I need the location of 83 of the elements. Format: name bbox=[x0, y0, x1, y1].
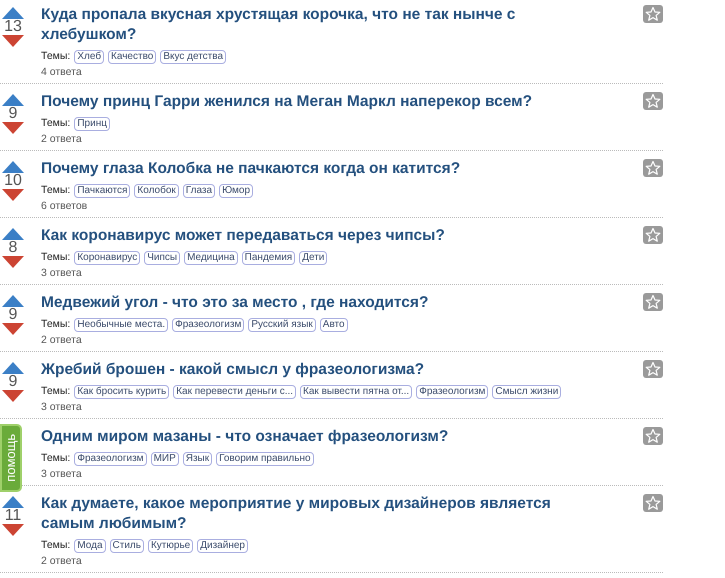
favorite-star-icon[interactable] bbox=[643, 5, 663, 23]
topic-tag[interactable]: Фразеологизм bbox=[74, 452, 147, 466]
downvote-icon[interactable] bbox=[2, 524, 24, 536]
question-title[interactable]: Медвежий угол - что это за место , где находится? bbox=[41, 293, 635, 313]
topic-tag[interactable]: Как бросить курить bbox=[74, 384, 170, 398]
topic-tag[interactable]: Смысл жизни bbox=[492, 384, 562, 398]
topics-label: Темы: bbox=[41, 116, 70, 131]
topic-tag[interactable]: Коронавирус bbox=[74, 250, 140, 264]
topic-tag[interactable]: Пандемия bbox=[242, 250, 296, 264]
answers-count[interactable]: 6 ответов bbox=[41, 199, 663, 213]
upvote-icon[interactable] bbox=[2, 7, 24, 19]
topic-tag[interactable]: Мода bbox=[74, 538, 106, 552]
upvote-icon[interactable] bbox=[2, 228, 24, 240]
topic-tag[interactable]: Стиль bbox=[110, 538, 144, 552]
answers-count[interactable]: 4 ответа bbox=[41, 65, 663, 79]
topic-tag[interactable]: Говорим правильно bbox=[216, 452, 314, 466]
favorite-star-icon[interactable] bbox=[643, 293, 663, 311]
vote-count: 10 bbox=[4, 173, 22, 189]
topics-label: Темы: bbox=[41, 250, 70, 265]
question-title[interactable]: Почему глаза Колобка не пачкаются когда он катится? bbox=[41, 159, 635, 179]
topic-tag[interactable]: Как перевести деньги с... bbox=[173, 384, 296, 398]
topic-tag[interactable]: Фразеологизм bbox=[172, 318, 244, 332]
favorite-star-icon[interactable] bbox=[643, 360, 663, 378]
vote-count: 13 bbox=[4, 19, 22, 35]
upvote-icon[interactable] bbox=[2, 496, 24, 508]
upvote-icon[interactable] bbox=[2, 362, 24, 374]
downvote-icon[interactable] bbox=[2, 122, 24, 134]
topics-label: Темы: bbox=[41, 538, 70, 553]
question-title[interactable]: Одним миром мазаны - что означает фразеологизм? bbox=[41, 427, 635, 447]
vote-count: 9 bbox=[8, 106, 18, 122]
downvote-icon[interactable] bbox=[2, 189, 24, 201]
topics-label: Темы: bbox=[41, 384, 70, 399]
topic-tag[interactable]: Язык bbox=[182, 452, 212, 466]
topics-label: Темы: bbox=[41, 49, 70, 64]
topics-label: Темы: bbox=[41, 183, 70, 198]
question-title[interactable]: Почему принц Гарри женился на Меган Маркл наперекор всем? bbox=[41, 92, 635, 112]
answers-count[interactable]: 2 ответа bbox=[41, 333, 663, 347]
answers-count[interactable]: 2 ответа bbox=[41, 554, 663, 568]
favorite-star-icon[interactable] bbox=[643, 159, 663, 177]
downvote-icon[interactable] bbox=[2, 256, 24, 268]
upvote-icon[interactable] bbox=[2, 94, 24, 106]
topic-tag[interactable]: Русский язык bbox=[248, 318, 316, 332]
answers-count[interactable]: 3 ответа bbox=[41, 266, 663, 280]
topic-tag[interactable]: МИР bbox=[150, 452, 179, 466]
vote-count: 9 bbox=[8, 374, 18, 390]
topic-tag[interactable]: Авто bbox=[320, 318, 348, 332]
favorite-star-icon[interactable] bbox=[643, 427, 663, 445]
answers-count[interactable]: 2 ответа bbox=[41, 132, 663, 146]
favorite-star-icon[interactable] bbox=[643, 494, 663, 512]
topic-tag[interactable]: Пачкаются bbox=[74, 184, 130, 198]
topic-tag[interactable]: Дети bbox=[299, 250, 328, 264]
topic-tag[interactable]: Кутюрье bbox=[148, 538, 194, 552]
question-title[interactable]: Как коронавирус может передаваться через чипсы? bbox=[41, 226, 635, 246]
upvote-icon[interactable] bbox=[2, 295, 24, 307]
topic-tag[interactable]: Как вывести пятна от... bbox=[300, 384, 412, 398]
topic-tag[interactable]: Колобок bbox=[134, 184, 179, 198]
answers-count[interactable]: 3 ответа bbox=[41, 467, 663, 481]
answers-count[interactable]: 3 ответа bbox=[41, 400, 663, 414]
vote-count: 11 bbox=[4, 508, 22, 524]
upvote-icon[interactable] bbox=[2, 161, 24, 173]
topic-tag[interactable]: Чипсы bbox=[144, 250, 180, 264]
topic-tag[interactable]: Хлеб bbox=[74, 50, 104, 64]
favorite-star-icon[interactable] bbox=[643, 226, 663, 244]
downvote-icon[interactable] bbox=[2, 323, 24, 335]
favorite-star-icon[interactable] bbox=[643, 92, 663, 110]
downvote-icon[interactable] bbox=[2, 390, 24, 402]
topic-tag[interactable]: Юмор bbox=[219, 184, 254, 198]
vote-count: 8 bbox=[8, 240, 18, 256]
topic-tag[interactable]: Необычные места. bbox=[74, 318, 168, 332]
topic-tag[interactable]: Дизайнер bbox=[197, 538, 248, 552]
topic-tag[interactable]: Качество bbox=[108, 50, 156, 64]
question-title[interactable]: Как думаете, какое мероприятие у мировых дизайнеров является самым любимым? bbox=[41, 494, 635, 534]
topic-tag[interactable]: Фразеологизм bbox=[416, 384, 488, 398]
question-title[interactable]: Куда пропала вкусная хрустящая корочка, что не так нынче с хлебушком? bbox=[41, 5, 635, 45]
vote-count: 9 bbox=[8, 307, 18, 323]
topic-tag[interactable]: Медицина bbox=[184, 250, 238, 264]
downvote-icon[interactable] bbox=[2, 35, 24, 47]
topics-label: Темы: bbox=[41, 451, 70, 466]
topics-label: Темы: bbox=[41, 317, 70, 332]
topic-tag[interactable]: Глаза bbox=[182, 184, 216, 198]
topic-tag[interactable]: Принц bbox=[74, 116, 110, 130]
question-title[interactable]: Жребий брошен - какой смысл у фразеологизма? bbox=[41, 360, 635, 380]
topic-tag[interactable]: Вкус детства bbox=[160, 50, 226, 64]
